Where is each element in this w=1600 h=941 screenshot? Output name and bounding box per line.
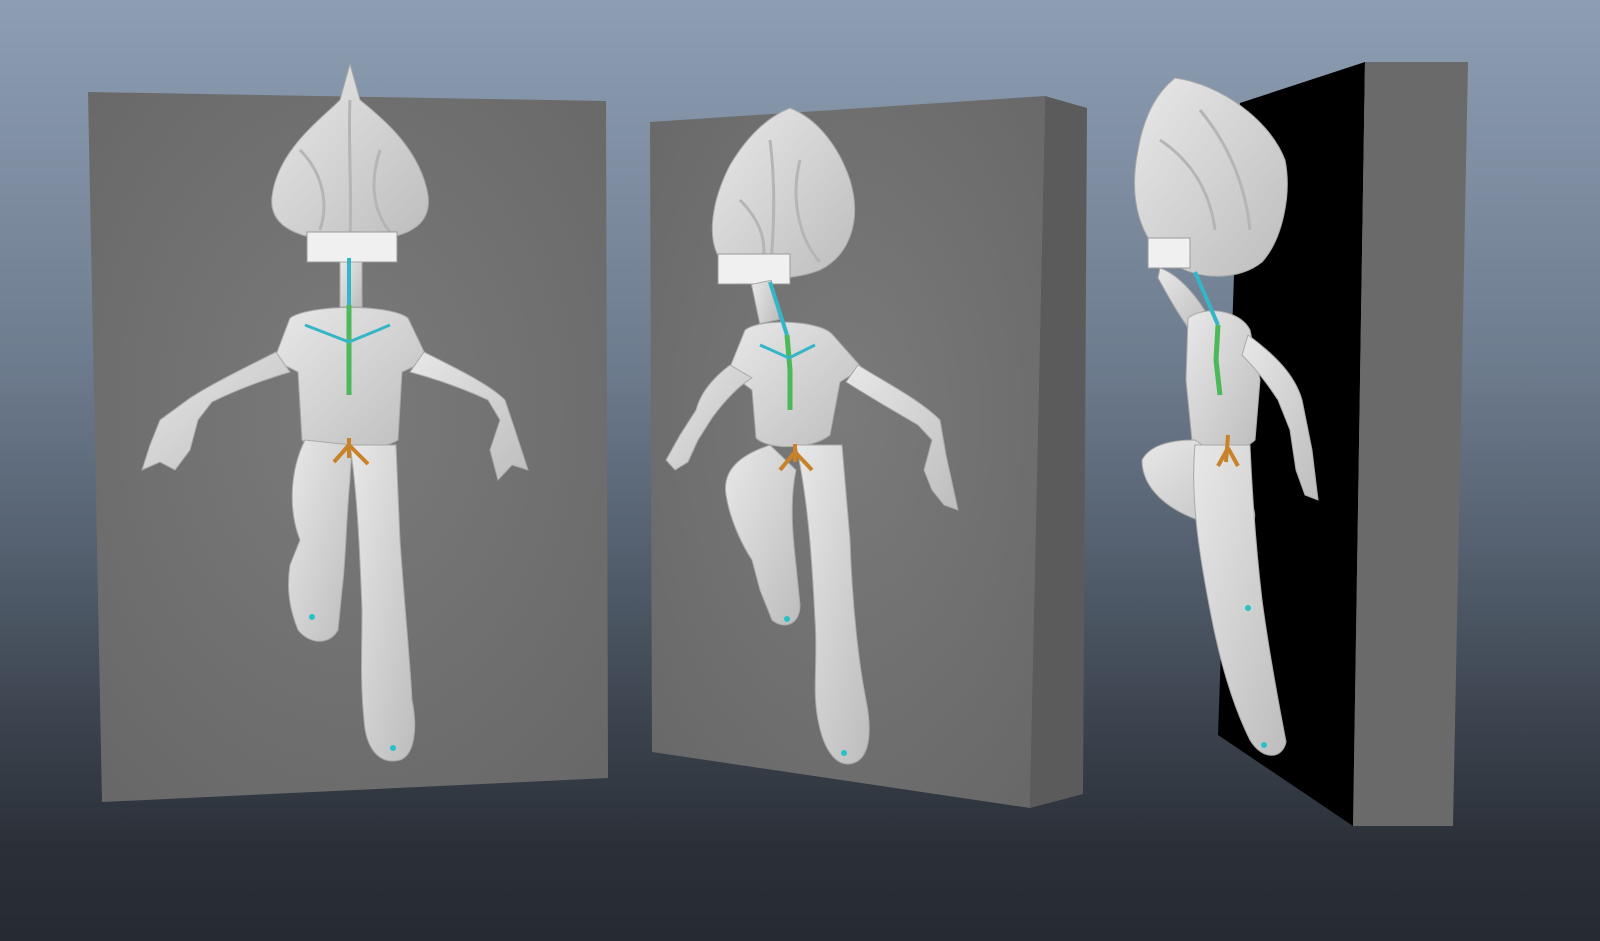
- foot-locator-icon[interactable]: [309, 614, 315, 620]
- side-view-backdrop-panel[interactable]: [1353, 62, 1468, 826]
- foot-locator-icon[interactable]: [784, 616, 790, 622]
- torso-mesh: [1185, 310, 1261, 452]
- foot-locator-icon[interactable]: [841, 750, 847, 756]
- foot-locator-icon[interactable]: [1261, 742, 1267, 748]
- foot-locator-icon[interactable]: [1245, 605, 1251, 611]
- glasses-mesh: [1147, 237, 1191, 269]
- viewport-scene[interactable]: [0, 0, 1600, 941]
- maya-perspective-viewport[interactable]: [0, 0, 1600, 941]
- side-view[interactable]: [1134, 62, 1468, 826]
- three-quarter-view[interactable]: [650, 96, 1087, 808]
- glasses-mesh: [306, 231, 398, 263]
- front-view[interactable]: [88, 62, 608, 802]
- foot-locator-icon[interactable]: [390, 745, 396, 751]
- glasses-mesh: [717, 253, 791, 285]
